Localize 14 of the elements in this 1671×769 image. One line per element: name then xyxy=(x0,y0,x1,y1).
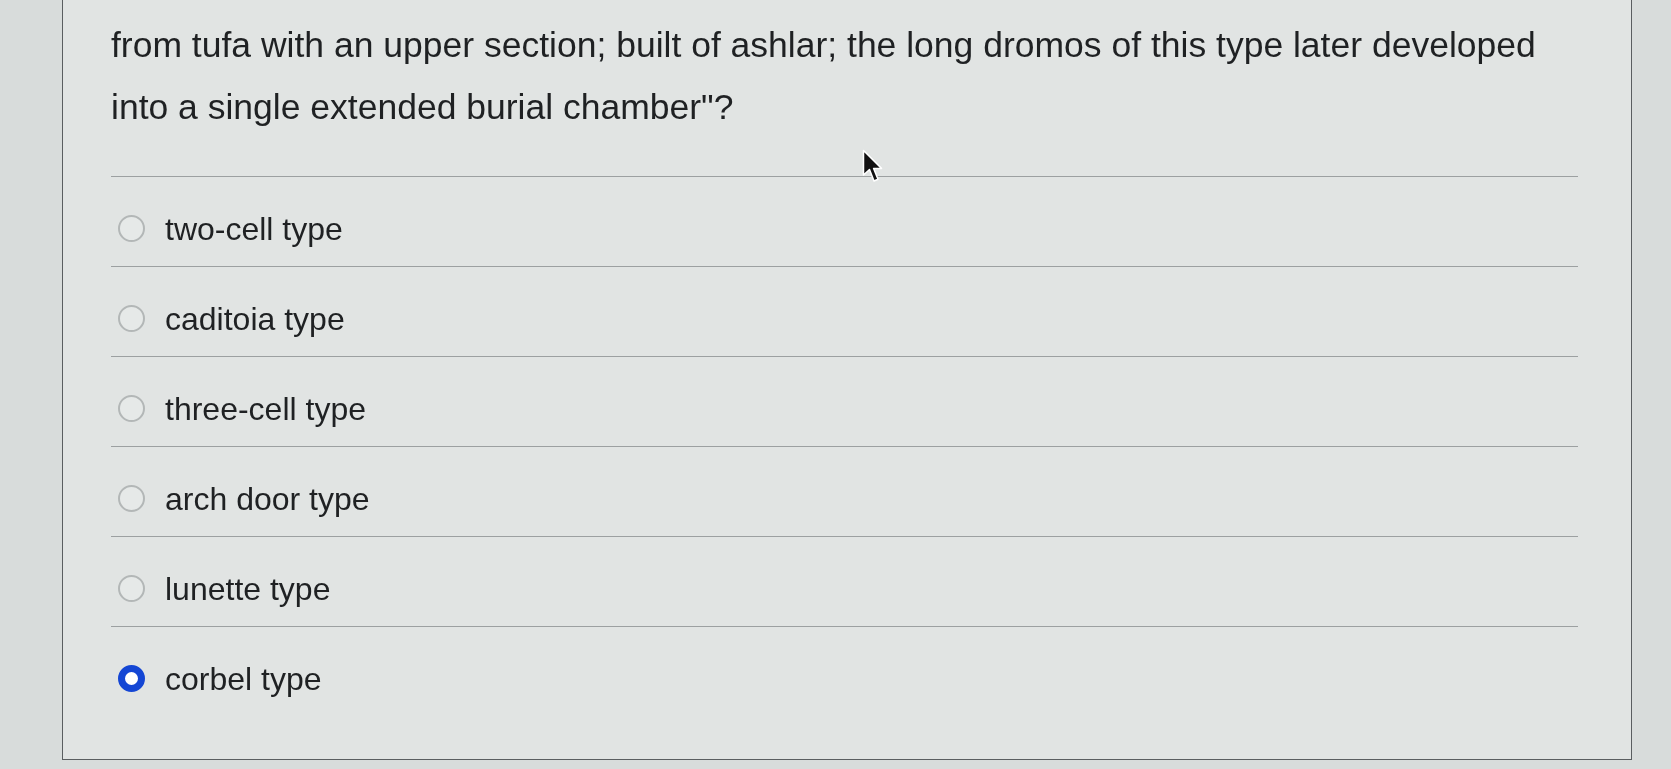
option-label[interactable]: three-cell type xyxy=(165,389,366,428)
option-label[interactable]: caditoia type xyxy=(165,299,345,338)
cursor-icon xyxy=(862,149,884,183)
radio-button[interactable] xyxy=(118,575,145,602)
option-label[interactable]: arch door type xyxy=(165,479,370,518)
option-label[interactable]: corbel type xyxy=(165,659,322,698)
option-label[interactable]: lunette type xyxy=(165,569,331,608)
radio-button[interactable] xyxy=(118,395,145,422)
radio-button[interactable] xyxy=(118,305,145,332)
radio-button[interactable] xyxy=(118,665,145,692)
option-label[interactable]: two-cell type xyxy=(165,209,343,248)
question-text: from tufa with an upper section; built of ashlar; the long dromos of this type later developed into a single extended burial chamber"? xyxy=(111,24,1537,129)
radio-button[interactable] xyxy=(118,485,145,512)
radio-button[interactable] xyxy=(118,215,145,242)
